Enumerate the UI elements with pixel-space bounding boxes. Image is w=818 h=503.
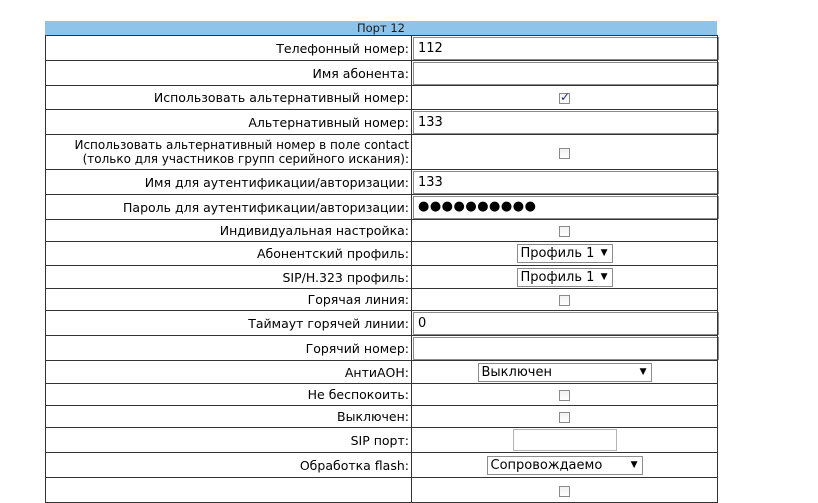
hotline-timeout-input[interactable] xyxy=(413,312,719,335)
phone-number-input[interactable] xyxy=(413,37,719,60)
chevron-down-icon: ▼ xyxy=(639,366,647,377)
subscriber-name-label: Имя абонента: xyxy=(45,60,412,86)
row-hotline: Горячая линия: xyxy=(45,288,718,311)
use-alt-checkbox[interactable] xyxy=(559,90,570,104)
port-header: Порт 12 xyxy=(45,21,717,35)
alt-number-input[interactable] xyxy=(413,111,719,134)
dnd-label: Не беспокоить: xyxy=(45,383,412,406)
row-disabled: Выключен: xyxy=(45,405,718,428)
use-alt-label: Использовать альтернативный номер: xyxy=(45,85,412,110)
use-alt-contact-label-line2: (только для участников групп серийного и… xyxy=(82,152,409,166)
anti-aon-label: АнтиАОН: xyxy=(45,360,412,384)
subscriber-name-input[interactable] xyxy=(413,62,719,85)
anti-aon-select[interactable]: Выключен ▼ xyxy=(477,362,652,382)
disabled-label: Выключен: xyxy=(45,405,412,428)
hotline-label: Горячая линия: xyxy=(45,288,412,311)
auth-password-label: Пароль для аутентификации/авторизации: xyxy=(45,194,412,220)
use-alt-contact-label: Использовать альтернативный номер в поле… xyxy=(45,134,412,170)
auth-name-label: Имя для аутентификации/авторизации: xyxy=(45,169,412,195)
row-sip-profile: SIP/H.323 профиль: Профиль 1 ▼ xyxy=(45,265,718,289)
row-dnd: Не беспокоить: xyxy=(45,383,718,406)
phone-label: Телефонный номер: xyxy=(45,35,412,61)
row-anti-aon: АнтиАОН: Выключен ▼ xyxy=(45,360,718,384)
partial-row-checkbox[interactable] xyxy=(559,485,570,497)
row-flash: Обработка flash: Сопровождаемо ▼ xyxy=(45,452,718,478)
hotline-timeout-label: Таймаут горячей линии: xyxy=(45,310,412,336)
row-auth-password: Пароль для аутентификации/авторизации: ●… xyxy=(45,194,719,220)
subscriber-profile-value: Профиль 1 xyxy=(520,246,595,261)
row-use-alt: Использовать альтернативный номер: xyxy=(45,85,718,110)
row-sip-port: SIP порт: xyxy=(45,427,718,453)
flash-select[interactable]: Сопровождаемо ▼ xyxy=(486,455,643,475)
row-partial xyxy=(45,477,718,503)
sip-port-input[interactable] xyxy=(512,429,617,451)
row-auth-name: Имя для аутентификации/авторизации: xyxy=(45,169,719,195)
auth-name-input[interactable] xyxy=(413,171,719,194)
use-alt-contact-checkbox[interactable] xyxy=(559,147,570,159)
row-hot-number: Горячий номер: xyxy=(45,335,719,361)
row-subscriber-name: Имя абонента: xyxy=(45,60,719,86)
row-alt-number: Альтернативный номер: xyxy=(45,109,719,135)
anti-aon-value: Выключен xyxy=(481,364,552,380)
subscriber-profile-select[interactable]: Профиль 1 ▼ xyxy=(516,244,613,263)
port-settings-table: Телефонный номер: Имя абонента: Использо… xyxy=(45,35,719,503)
row-phone: Телефонный номер: xyxy=(45,35,719,61)
row-individual: Индивидуальная настройка: xyxy=(45,219,718,242)
hotline-checkbox[interactable] xyxy=(559,295,570,306)
alt-number-label: Альтернативный номер: xyxy=(45,109,412,135)
sip-port-label: SIP порт: xyxy=(45,427,412,453)
row-use-alt-contact: Использовать альтернативный номер в поле… xyxy=(45,134,718,170)
flash-label: Обработка flash: xyxy=(45,452,412,478)
sip-profile-label: SIP/H.323 профиль: xyxy=(45,265,412,289)
disabled-checkbox[interactable] xyxy=(559,412,570,423)
port-settings-panel: Порт 12 Телефонный номер: Имя абонента: … xyxy=(45,21,719,503)
individual-checkbox[interactable] xyxy=(559,226,570,237)
hot-number-input[interactable] xyxy=(413,337,719,360)
chevron-down-icon: ▼ xyxy=(600,248,608,258)
use-alt-contact-label-line1: Использовать альтернативный номер в поле… xyxy=(74,138,409,152)
flash-value: Сопровождаемо xyxy=(490,457,603,473)
sip-profile-select[interactable]: Профиль 1 ▼ xyxy=(516,267,613,287)
row-subscriber-profile: Абонентский профиль: Профиль 1 ▼ xyxy=(45,241,718,266)
sip-profile-value: Профиль 1 xyxy=(520,269,595,285)
chevron-down-icon: ▼ xyxy=(630,459,638,470)
chevron-down-icon: ▼ xyxy=(600,271,608,282)
individual-label: Индивидуальная настройка: xyxy=(45,219,412,242)
dnd-checkbox[interactable] xyxy=(559,390,570,401)
auth-password-input[interactable]: ●●●●●●●●●● xyxy=(413,196,719,219)
subscriber-profile-label: Абонентский профиль: xyxy=(45,241,412,266)
hot-number-label: Горячий номер: xyxy=(45,335,412,361)
row-hotline-timeout: Таймаут горячей линии: xyxy=(45,310,719,336)
